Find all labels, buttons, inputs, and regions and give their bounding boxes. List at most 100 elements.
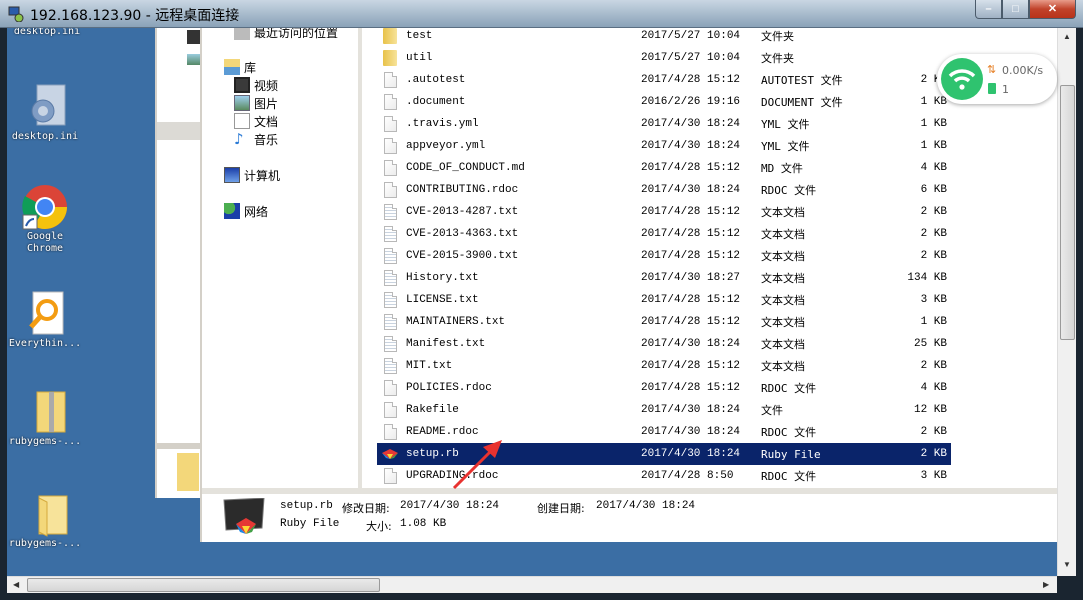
file-row[interactable]: MIT.txt 2017/4/28 15:12 文本文档 2 KB <box>377 355 951 377</box>
scroll-up-arrow[interactable]: ▲ <box>1063 32 1071 41</box>
file-date: 2017/4/30 18:24 <box>641 118 741 130</box>
file-icon <box>382 115 398 133</box>
nav-network[interactable]: 网络 <box>224 202 268 220</box>
close-button[interactable]: ✕ <box>1029 0 1076 19</box>
nav-computer[interactable]: 计算机 <box>224 166 280 184</box>
file-row[interactable]: CODE_OF_CONDUCT.md 2017/4/28 15:12 MD 文件 4 … <box>377 157 951 179</box>
file-date: 2017/4/30 18:24 <box>641 140 741 152</box>
file-type: RDOC 文件 <box>761 470 817 483</box>
file-size: 2 KB <box>920 448 947 460</box>
file-row[interactable]: appveyor.yml 2017/4/30 18:24 YML 文件 1 KB <box>377 135 951 157</box>
maximize-button[interactable]: □ <box>1002 0 1029 19</box>
file-row[interactable]: CVE-2013-4287.txt 2017/4/28 15:12 文本文档 2 KB <box>377 201 951 223</box>
remote-desktop: desktop.ini desktop.ini Google Chrome Ev… <box>7 28 1057 576</box>
vertical-scrollbar[interactable]: ▲ ▼ <box>1057 28 1076 576</box>
text-file-icon <box>382 335 398 353</box>
file-date: 2017/4/28 15:12 <box>641 206 741 218</box>
file-name: Manifest.txt <box>406 338 486 350</box>
file-name: util <box>406 52 433 64</box>
navigation-pane: 最近访问的位置 库 视频 图片 文档 ♪ 音乐 计算机 网络 <box>202 28 362 488</box>
file-row[interactable]: .travis.yml 2017/4/30 18:24 YML 文件 1 KB <box>377 113 951 135</box>
file-date: 2017/5/27 10:04 <box>641 52 741 64</box>
file-name: setup.rb <box>406 448 459 460</box>
file-type: 文本文档 <box>761 360 805 373</box>
file-row[interactable]: test 2017/5/27 10:04 文件夹 <box>377 28 951 47</box>
file-row[interactable]: .autotest 2017/4/28 15:12 AUTOTEST 文件 2 KB <box>377 69 951 91</box>
file-row[interactable]: util 2017/5/27 10:04 文件夹 <box>377 47 951 69</box>
minimize-button[interactable]: – <box>975 0 1002 19</box>
file-row[interactable]: CVE-2013-4363.txt 2017/4/28 15:12 文本文档 2 KB <box>377 223 951 245</box>
file-size: 2 KB <box>920 206 947 218</box>
file-type: 文件 <box>761 404 783 417</box>
file-row[interactable]: MAINTAINERS.txt 2017/4/28 15:12 文本文档 1 KB <box>377 311 951 333</box>
file-icon <box>382 137 398 155</box>
file-row[interactable]: CVE-2015-3900.txt 2017/4/28 15:12 文本文档 2 KB <box>377 245 951 267</box>
file-row[interactable]: setup.rb 2017/4/30 18:24 Ruby File 2 KB <box>377 443 951 465</box>
library-icon <box>224 59 240 75</box>
device-icon <box>988 83 996 94</box>
file-name: CVE-2013-4287.txt <box>406 206 519 218</box>
file-row[interactable]: Manifest.txt 2017/4/30 18:24 文本文档 25 KB <box>377 333 951 355</box>
file-type: 文本文档 <box>761 250 805 263</box>
network-icon <box>224 203 240 219</box>
file-name: .document <box>406 96 466 108</box>
vertical-scroll-thumb[interactable] <box>1060 85 1075 340</box>
file-size: 4 KB <box>920 382 947 394</box>
file-row[interactable]: .document 2016/2/26 19:16 DOCUMENT 文件 1 KB <box>377 91 951 113</box>
zip-folder-icon <box>21 388 69 436</box>
scroll-left-arrow[interactable]: ◀ <box>13 580 19 589</box>
desktop-icon-label: rubygems-... <box>8 436 82 447</box>
desktop-icon-label: Everythin... <box>8 338 82 349</box>
file-date: 2017/4/28 8:50 <box>641 470 734 482</box>
nav-videos[interactable]: 视频 <box>234 76 278 94</box>
remote-desktop-titlebar: 192.168.123.90 - 远程桌面连接 – □ ✕ <box>0 0 1083 28</box>
file-row[interactable]: History.txt 2017/4/30 18:27 文本文档 134 KB <box>377 267 951 289</box>
file-date: 2017/4/30 18:27 <box>641 272 741 284</box>
file-icon <box>382 467 398 485</box>
nav-music[interactable]: ♪ 音乐 <box>234 130 278 148</box>
file-type: AUTOTEST 文件 <box>761 74 843 87</box>
desktop-icon-rubygems-folder[interactable]: rubygems-... <box>7 490 85 550</box>
file-type: YML 文件 <box>761 140 810 153</box>
everything-search-icon <box>21 290 69 338</box>
nav-documents[interactable]: 文档 <box>234 112 278 130</box>
details-modified-label: 修改日期: <box>342 502 390 515</box>
file-icon <box>382 401 398 419</box>
horizontal-scroll-thumb[interactable] <box>27 578 380 592</box>
file-icon <box>382 93 398 111</box>
connected-devices-count: 1 <box>1002 83 1009 96</box>
file-date: 2017/4/28 15:12 <box>641 294 741 306</box>
network-speed-widget[interactable]: ⇅ 0.00K/s 1 <box>937 54 1057 104</box>
desktop-icon-desktop-ini[interactable]: desktop.ini <box>7 83 85 143</box>
file-type: RDOC 文件 <box>761 426 817 439</box>
horizontal-scrollbar[interactable]: ◀ ▶ <box>7 576 1057 593</box>
file-name: Rakefile <box>406 404 459 416</box>
details-filename: setup.rb <box>280 500 333 512</box>
window-title: 192.168.123.90 - 远程桌面连接 <box>30 8 240 24</box>
text-file-icon <box>382 269 398 287</box>
file-name: UPGRADING.rdoc <box>406 470 499 482</box>
file-date: 2017/4/28 15:12 <box>641 360 741 372</box>
nav-recent-places[interactable]: 最近访问的位置 <box>234 28 338 41</box>
remote-desktop-icon <box>8 6 24 22</box>
file-name: CVE-2015-3900.txt <box>406 250 519 262</box>
nav-pictures[interactable]: 图片 <box>234 94 278 112</box>
desktop-icon-rubygems-zip[interactable]: rubygems-... <box>7 388 85 448</box>
scroll-right-arrow[interactable]: ▶ <box>1043 580 1049 589</box>
file-row[interactable]: UPGRADING.rdoc 2017/4/28 8:50 RDOC 文件 3 KB <box>377 465 951 487</box>
scroll-down-arrow[interactable]: ▼ <box>1063 560 1071 569</box>
file-row[interactable]: Rakefile 2017/4/30 18:24 文件 12 KB <box>377 399 951 421</box>
file-row[interactable]: CONTRIBUTING.rdoc 2017/4/30 18:24 RDOC 文件 6… <box>377 179 951 201</box>
file-type: DOCUMENT 文件 <box>761 96 843 109</box>
file-name: README.rdoc <box>406 426 479 438</box>
desktop-icon-desktop-ini-partial[interactable]: desktop.ini <box>7 28 87 38</box>
file-row[interactable]: LICENSE.txt 2017/4/28 15:12 文本文档 3 KB <box>377 289 951 311</box>
nav-library[interactable]: 库 <box>224 58 256 76</box>
desktop-icon-everything[interactable]: Everythin... <box>7 290 85 350</box>
details-size-value: 1.08 KB <box>400 518 447 530</box>
file-type: RDOC 文件 <box>761 382 817 395</box>
file-row[interactable]: POLICIES.rdoc 2017/4/28 15:12 RDOC 文件 4 KB <box>377 377 951 399</box>
folder-icon <box>382 28 398 45</box>
file-row[interactable]: README.rdoc 2017/4/30 18:24 RDOC 文件 2 KB <box>377 421 951 443</box>
desktop-icon-google-chrome[interactable]: Google Chrome <box>7 183 85 255</box>
